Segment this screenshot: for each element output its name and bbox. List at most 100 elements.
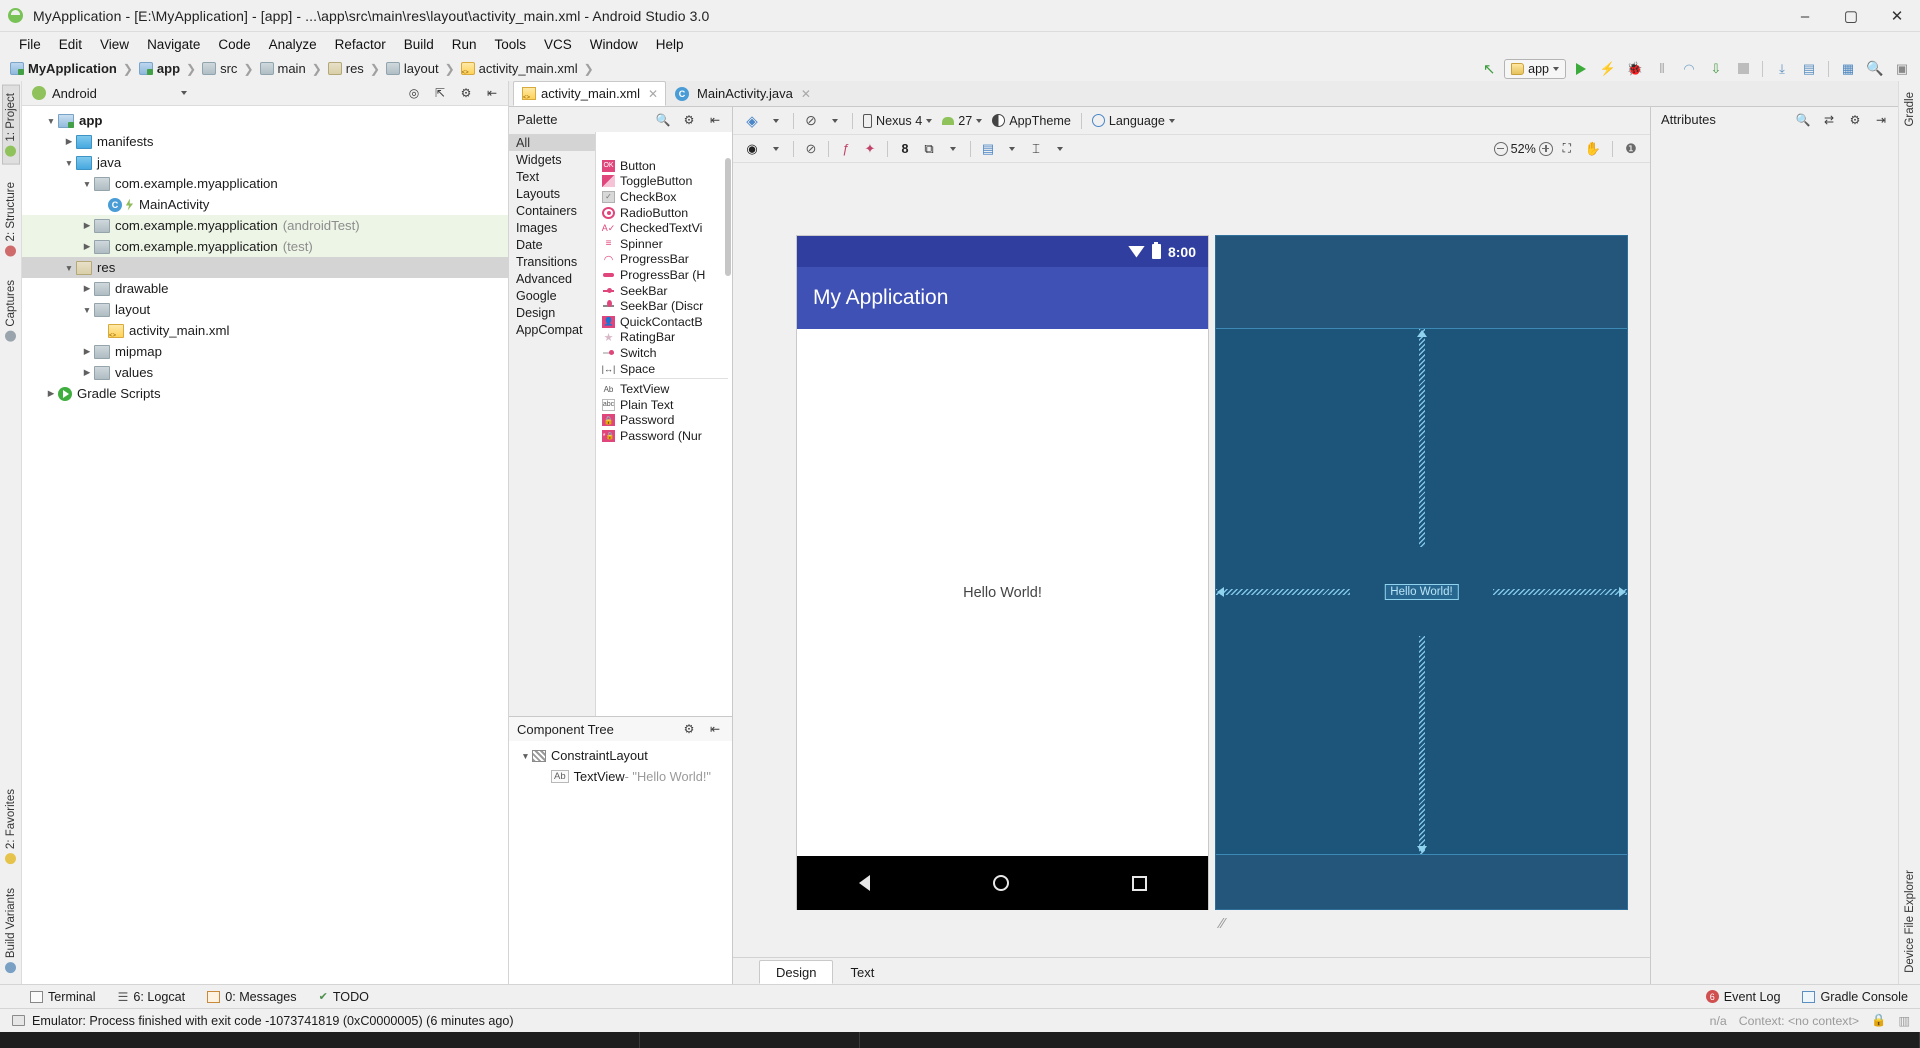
visibility-dropdown[interactable] [765,138,787,160]
canvas-resize-handle[interactable]: ⁄⁄ [1220,915,1225,932]
chevron-down-icon[interactable]: ▼ [80,179,94,189]
blueprint-textview[interactable]: Hello World! [1384,583,1459,600]
chevron-right-icon[interactable]: ▶ [62,136,76,147]
palette-category-layouts[interactable]: Layouts [509,185,595,202]
maximize-button[interactable]: ▢ [1828,0,1874,32]
breadcrumb-item-main[interactable]: main ❯ [259,61,328,76]
palette-item-spinner[interactable]: ≡ Spinner [596,236,732,252]
blueprint-preview[interactable]: Hello World! [1215,235,1628,910]
palette-item-ratingbar[interactable]: ★ RatingBar [596,330,732,346]
profile-icon[interactable]: ⦀ [1650,58,1674,79]
chevron-right-icon[interactable]: ▶ [80,283,94,294]
hide-panel-icon[interactable]: ⇤ [480,83,504,104]
palette-category-widgets[interactable]: Widgets [509,151,595,168]
tool-button-captures[interactable]: Captures [3,273,19,349]
eye-icon[interactable]: ◉ [741,138,763,160]
avd-manager-icon[interactable]: ▤ [1797,58,1821,79]
make-project-icon[interactable]: ↖ [1477,58,1501,79]
tree-row-res[interactable]: ▼ res [22,257,508,278]
palette-category-text[interactable]: Text [509,168,595,185]
api-selector[interactable]: 27 [938,110,986,132]
menu-code[interactable]: Code [209,35,259,54]
search-icon[interactable]: 🔍 [651,109,675,130]
breadcrumb-item-myapplication[interactable]: MyApplication ❯ [10,61,139,76]
palette-category-appcompat[interactable]: AppCompat [509,321,595,338]
pack-dropdown[interactable] [942,138,964,160]
sync-gradle-icon[interactable]: ⇩ [1704,58,1728,79]
collapse-icon[interactable]: ⇤ [703,719,727,740]
nav-home-icon[interactable] [992,875,1009,891]
component-node-constraintlayout[interactable]: ▼ ConstraintLayout [509,745,732,766]
tree-row-values[interactable]: ▶ values [22,362,508,383]
attach-debugger-icon[interactable]: ◠ [1677,58,1701,79]
guidelines-dropdown[interactable] [1049,138,1071,160]
breadcrumb-item-layout[interactable]: layout ❯ [385,61,461,76]
tree-row-package-androidtest[interactable]: ▶ com.example.myapplication (androidTest) [22,215,508,236]
tool-button-favorites[interactable]: 2: Favorites [3,782,19,871]
palette-item-plain-text[interactable]: abc Plain Text [596,397,732,413]
gear-icon[interactable]: ⚙ [677,109,701,130]
breadcrumb-item-app[interactable]: app ❯ [138,61,202,76]
chevron-down-icon[interactable]: ▼ [80,305,94,315]
tool-window-gradle-console[interactable]: Gradle Console [1802,990,1908,1004]
palette-item-space[interactable]: |↔| Space [596,361,732,377]
tool-button-project[interactable]: 1: Project [1,85,20,165]
component-tree-body[interactable]: ▼ ConstraintLayout Ab TextView - "Hello … [509,741,732,984]
menu-refactor[interactable]: Refactor [326,35,395,54]
palette-item-checkbox[interactable]: ✓ CheckBox [596,189,732,205]
device-file-icon[interactable]: ▣ [1890,58,1914,79]
apply-changes-icon[interactable]: ⚡ [1596,58,1620,79]
palette-category-google[interactable]: Google [509,287,595,304]
guidelines-icon[interactable]: ⌶ [1025,138,1047,160]
palette-category-transitions[interactable]: Transitions [509,253,595,270]
palette-item-seekbar-discrete[interactable]: SeekBar (Discr [596,298,732,314]
close-icon[interactable]: ✕ [648,87,658,101]
search-icon[interactable]: 🔍 [1863,58,1887,79]
tree-row-app[interactable]: ▼ app [22,110,508,131]
attributes-body[interactable] [1651,132,1898,984]
tab-activity-main-xml[interactable]: activity_main.xml ✕ [513,81,667,106]
tree-row-java[interactable]: ▼ java [22,152,508,173]
tree-row-layout[interactable]: ▼ layout [22,299,508,320]
blueprint-content-region[interactable]: Hello World! [1216,329,1627,854]
palette-category-date[interactable]: Date [509,236,595,253]
menu-build[interactable]: Build [395,35,443,54]
tool-window-todo[interactable]: ✔ TODO [319,990,369,1004]
pan-hand-icon[interactable]: ✋ [1581,138,1605,160]
close-icon[interactable]: ✕ [801,87,811,101]
default-margin-value[interactable]: 8 [894,138,916,160]
menu-help[interactable]: Help [647,35,693,54]
nav-back-icon[interactable] [858,875,870,891]
issues-icon[interactable]: ❶ [1620,138,1642,160]
tab-mainactivity-java[interactable]: C MainActivity.java ✕ [666,81,819,106]
tree-row-manifests[interactable]: ▶ manifests [22,131,508,152]
tree-row-package-test[interactable]: ▶ com.example.myapplication (test) [22,236,508,257]
nav-recents-icon[interactable] [1131,875,1147,891]
project-view-selector[interactable]: Android [26,86,402,101]
collapse-all-icon[interactable]: ⇱ [428,83,452,104]
breadcrumb-item-activity-main-xml[interactable]: activity_main.xml❯ [460,61,600,76]
debug-icon[interactable]: 🐞 [1623,58,1647,79]
tool-window-event-log[interactable]: 6 Event Log [1705,990,1780,1004]
tool-button-device-file-explorer[interactable]: Device File Explorer [1902,863,1918,980]
autoconnect-off-icon[interactable]: ⊘ [800,138,822,160]
tool-button-build-variants[interactable]: Build Variants [3,881,19,980]
stop-icon[interactable] [1731,58,1755,79]
sdk-manager-icon[interactable]: ⤓ [1770,58,1794,79]
tree-row-activity-main-xml[interactable]: activity_main.xml [22,320,508,341]
palette-category-containers[interactable]: Containers [509,202,595,219]
menu-analyze[interactable]: Analyze [260,35,326,54]
menu-edit[interactable]: Edit [50,35,91,54]
language-selector[interactable]: Language [1088,110,1179,132]
palette-scrollbar[interactable] [725,158,731,276]
breadcrumb-item-src[interactable]: src ❯ [202,61,259,76]
collapse-icon[interactable]: ⇥ [1869,109,1893,130]
menu-navigate[interactable]: Navigate [138,35,209,54]
chevron-right-icon[interactable]: ▶ [80,346,94,357]
tool-button-structure[interactable]: 2: Structure [3,175,19,263]
palette-item-radiobutton[interactable]: RadioButton [596,205,732,221]
orientation-dropdown[interactable] [824,110,846,132]
gear-icon[interactable]: ⚙ [454,83,478,104]
chevron-right-icon[interactable]: ▶ [44,388,58,399]
palette-category-advanced[interactable]: Advanced [509,270,595,287]
